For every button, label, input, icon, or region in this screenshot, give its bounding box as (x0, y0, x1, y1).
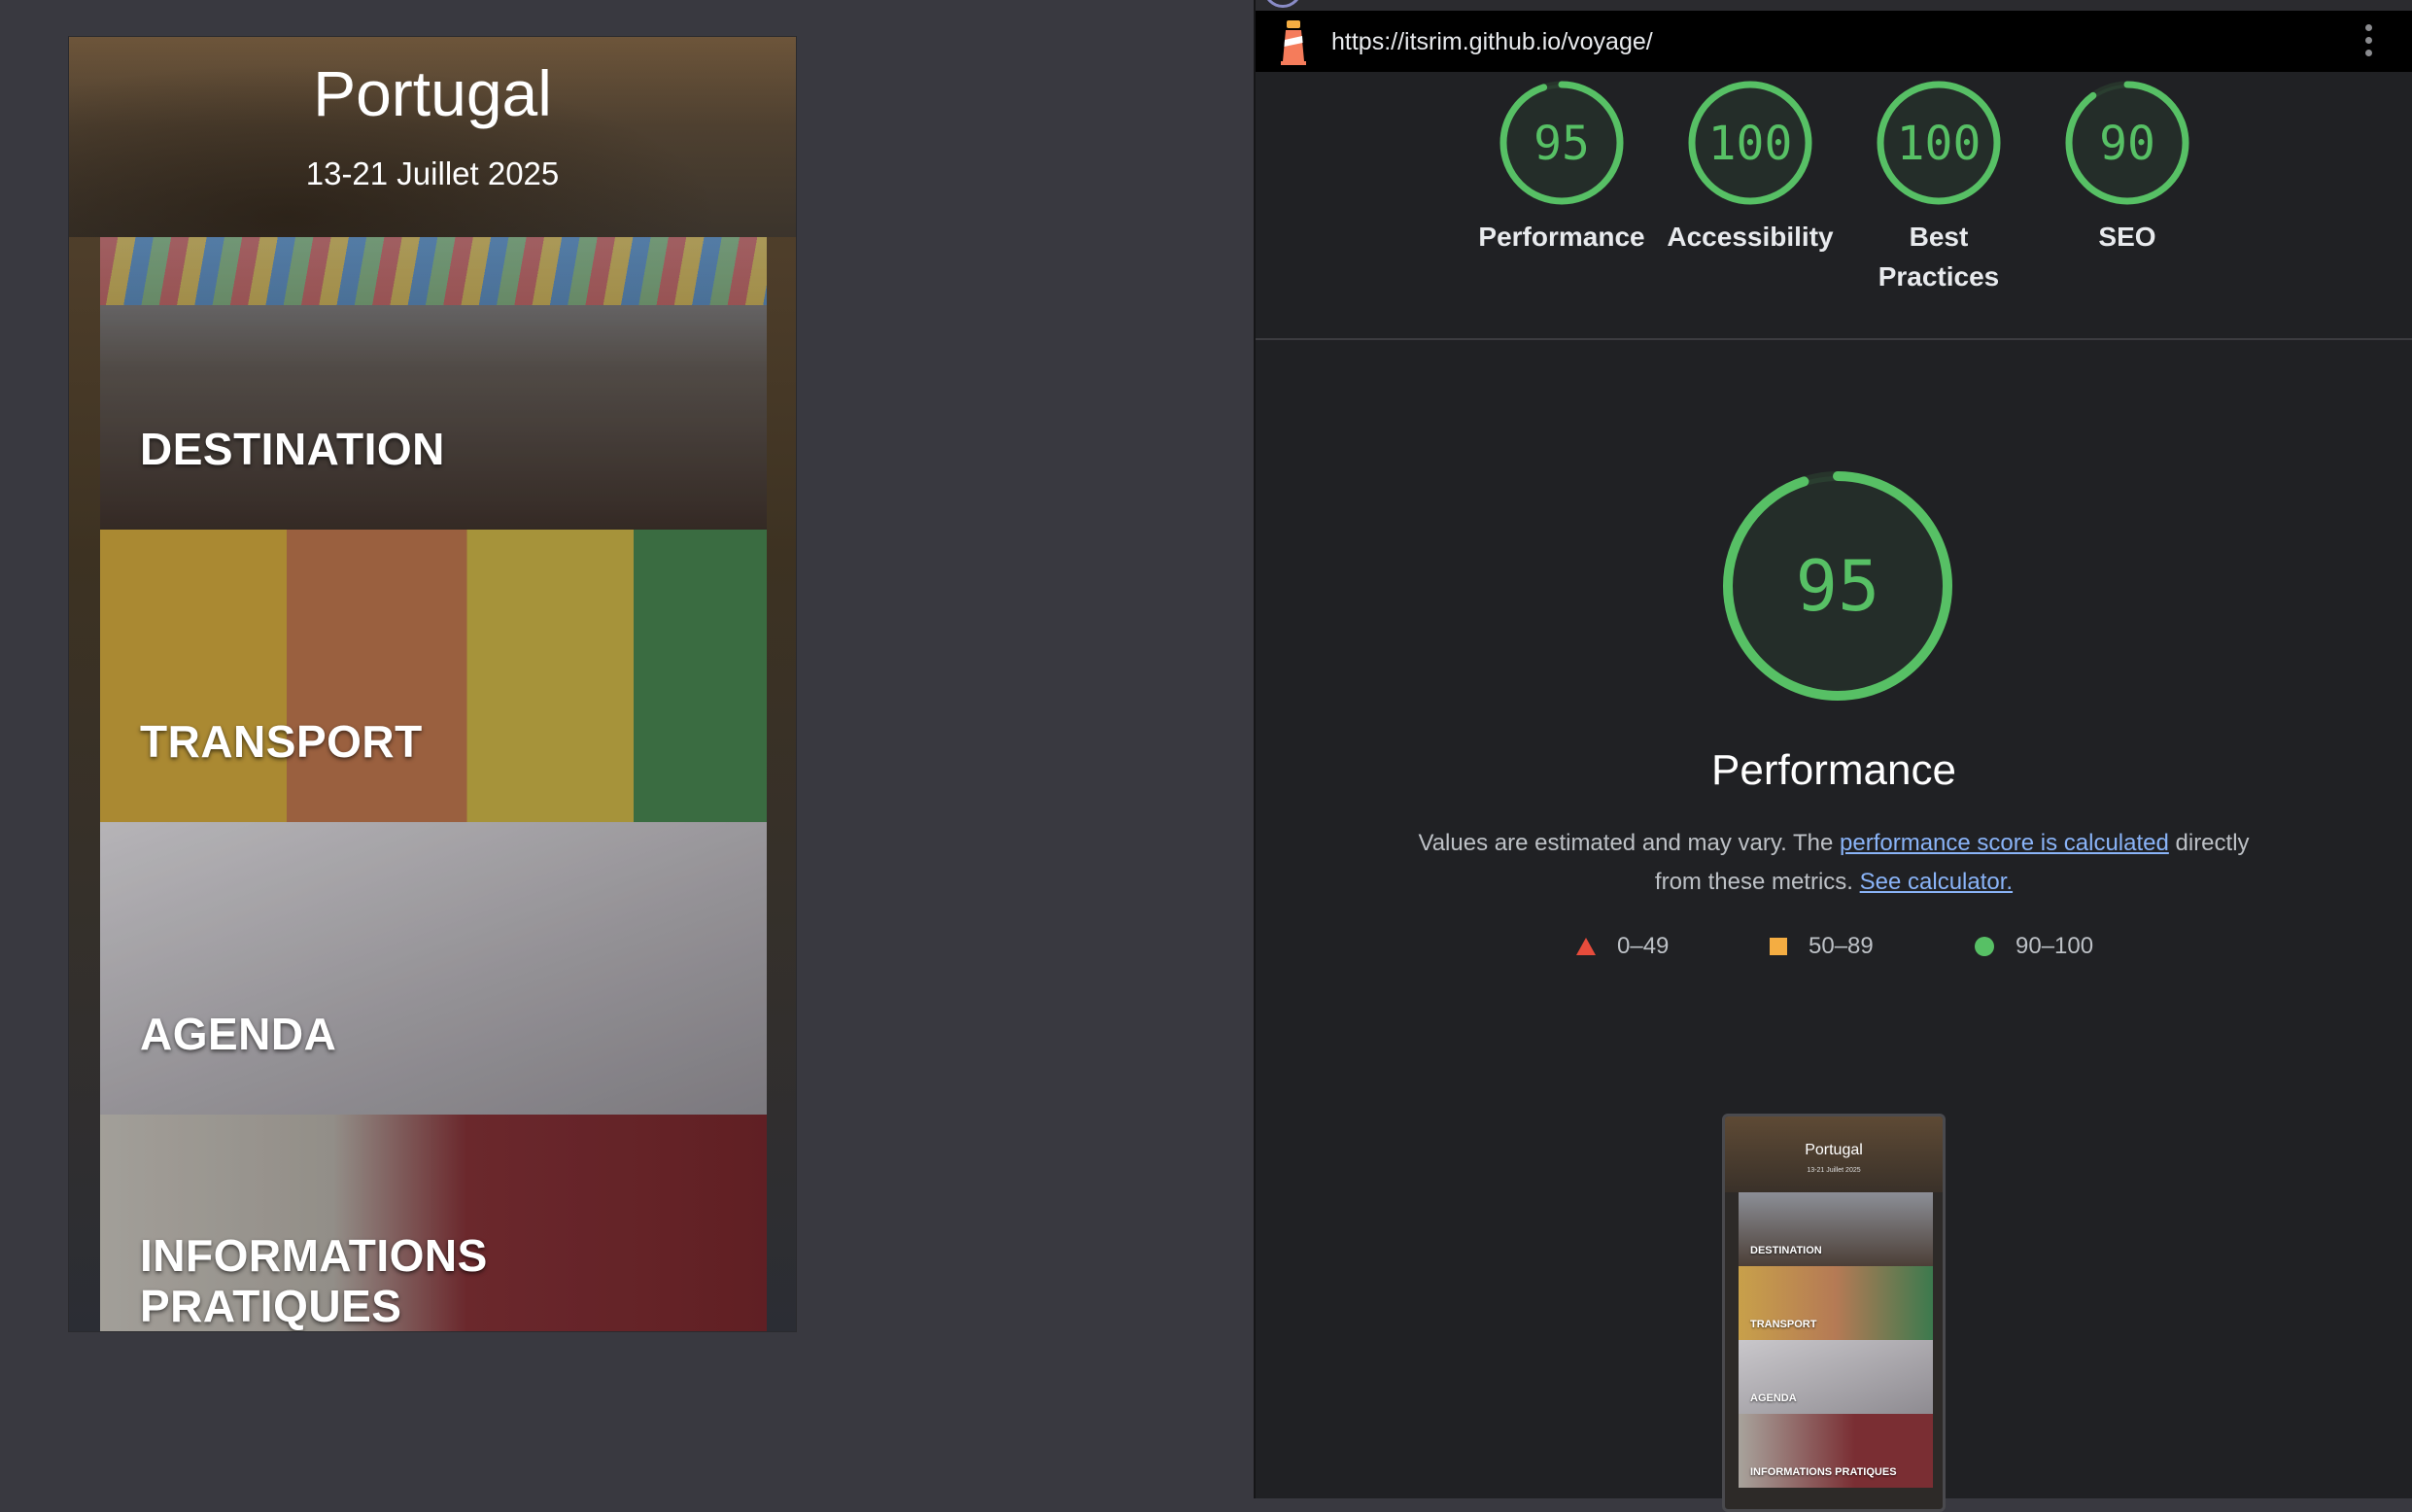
preview-dates: 13-21 Juillet 2025 (305, 155, 560, 191)
card-label-destination: DESTINATION (140, 424, 445, 474)
circle-icon (1975, 937, 1994, 956)
gauge-best-practices-label: Best Practices (1878, 222, 2000, 292)
section-divider (1256, 338, 2412, 340)
gauge-accessibility[interactable]: 100 Accessibility (1653, 78, 1847, 258)
lighthouse-report: https://itsrim.github.io/voyage/ 95 Perf… (1254, 0, 2412, 1512)
card-informations-pratiques[interactable]: INFORMATIONS PRATIQUES (100, 1115, 767, 1331)
legend-pass: 90–100 (1975, 933, 2093, 960)
mobile-preview: Portugal 13-21 Juillet 2025 DESTINATION … (68, 36, 797, 1332)
gauge-performance-large-value: 95 (1796, 545, 1880, 627)
gauge-performance-large: 95 (1723, 471, 1952, 701)
see-calculator-link[interactable]: See calculator. (1860, 869, 2013, 895)
gauge-best-practices-ring: 100 (1877, 81, 2001, 205)
gauge-accessibility-value: 100 (1708, 117, 1793, 171)
thumbnail-card: AGENDA (1739, 1340, 1933, 1414)
gauge-performance-ring: 95 (1499, 81, 1624, 205)
thumbnail-card: INFORMATIONS PRATIQUES (1739, 1414, 1933, 1488)
preview-title: Portugal (313, 57, 552, 129)
gauge-accessibility-ring: 100 (1688, 81, 1812, 205)
panel-top-strip (1256, 0, 2412, 11)
card-label-informations: INFORMATIONS PRATIQUES (140, 1230, 488, 1331)
gauge-seo-label: SEO (2098, 222, 2156, 252)
legend-fail: 0–49 (1576, 933, 1669, 960)
card-destination[interactable]: DESTINATION (100, 237, 767, 530)
lighthouse-icon (1281, 20, 1306, 65)
triangle-icon (1576, 938, 1596, 955)
gauge-seo-value: 90 (2099, 117, 2155, 171)
card-agenda[interactable]: AGENDA (100, 822, 767, 1115)
url-bar: https://itsrim.github.io/voyage/ (1256, 11, 2412, 72)
gauge-performance-label: Performance (1478, 222, 1645, 252)
category-title: Performance (1711, 746, 1956, 794)
gauge-performance[interactable]: 95 Performance (1464, 78, 1659, 258)
thumbnail-card: TRANSPORT (1739, 1266, 1933, 1340)
card-label-transport: TRANSPORT (140, 716, 423, 767)
toolbar-circle-icon (1263, 0, 1302, 8)
square-icon (1770, 938, 1787, 955)
score-description: Values are estimated and may vary. The p… (1418, 830, 2250, 895)
gauge-seo-ring: 90 (2065, 81, 2189, 205)
score-legend: 0–49 50–89 90–100 (1256, 933, 2412, 972)
card-label-agenda: AGENDA (140, 1009, 337, 1059)
thumbnail-card: DESTINATION (1739, 1192, 1933, 1266)
page-screenshot-thumbnail[interactable]: Portugal 13-21 Juillet 2025 DESTINATION … (1722, 1114, 1946, 1512)
kebab-menu-icon[interactable] (2363, 24, 2373, 59)
gauge-best-practices-value: 100 (1897, 117, 1981, 171)
report-url[interactable]: https://itsrim.github.io/voyage/ (1331, 28, 1653, 56)
gauge-accessibility-label: Accessibility (1667, 222, 1834, 252)
gauge-seo[interactable]: 90 SEO (2030, 78, 2224, 258)
gauge-best-practices[interactable]: 100 Best Practices (1842, 78, 2036, 296)
legend-average: 50–89 (1770, 933, 1874, 960)
score-calculation-link[interactable]: performance score is calculated (1840, 830, 2169, 856)
thumbnail-title: Portugal (1805, 1142, 1863, 1158)
gauge-performance-value: 95 (1533, 117, 1590, 171)
card-transport[interactable]: TRANSPORT (100, 530, 767, 822)
thumbnail-dates: 13-21 Juillet 2025 (1807, 1167, 1861, 1174)
